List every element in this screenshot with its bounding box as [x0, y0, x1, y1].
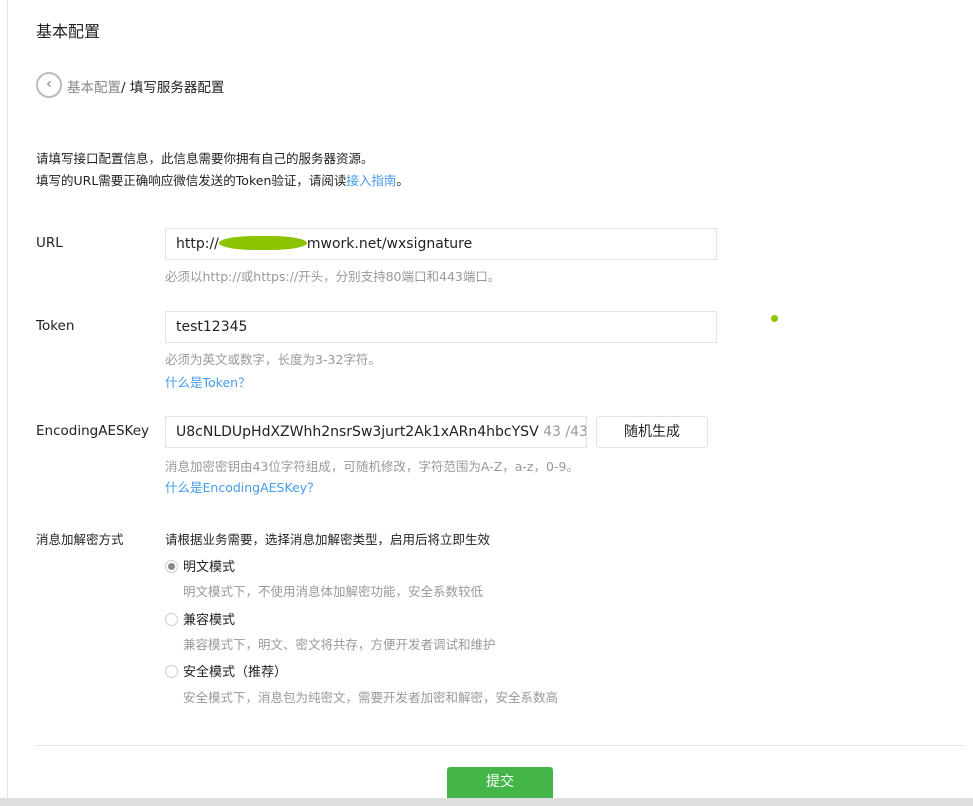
divider — [36, 745, 964, 746]
url-hint: 必须以http://或https://开头，分别支持80端口和443端口。 — [165, 269, 501, 284]
breadcrumb: 基本配置/ 填写服务器配置 — [67, 76, 224, 96]
aeskey-counter: 43 /43 — [543, 424, 587, 440]
plaintext-mode-desc: 明文模式下，不使用消息体加解密功能，安全系数较低 — [183, 584, 484, 599]
redaction-mark — [218, 236, 307, 250]
page-title: 基本配置 — [36, 22, 101, 41]
compatible-mode-desc: 兼容模式下，明文、密文将共存，方便开发者调试和维护 — [183, 637, 496, 652]
aeskey-label: EncodingAESKey — [36, 423, 150, 439]
url-value-prefix: http:// — [176, 236, 219, 252]
encryption-label: 消息加解密方式 — [36, 532, 124, 547]
intro-line-2-text: 填写的URL需要正确响应微信发送的Token验证，请阅读 — [36, 173, 347, 188]
access-guide-link[interactable]: 接入指南 — [346, 173, 396, 188]
url-label: URL — [36, 235, 63, 251]
intro-line-2-end: 。 — [396, 173, 409, 188]
what-is-aeskey-link[interactable]: 什么是EncodingAESKey？ — [165, 477, 320, 496]
radio-label: 兼容模式 — [183, 613, 236, 628]
sidebar-border — [7, 0, 8, 798]
green-dot-mark — [771, 315, 778, 322]
radio-compatible-mode[interactable]: 兼容模式 — [165, 609, 235, 628]
radio-secure-mode[interactable]: 安全模式（推荐） — [165, 661, 287, 680]
radio-label: 明文模式 — [183, 560, 236, 575]
radio-unchecked-icon[interactable] — [165, 665, 178, 678]
token-label: Token — [36, 318, 75, 334]
token-input[interactable]: test12345 — [165, 311, 717, 343]
intro-text: 请填写接口配置信息，此信息需要你拥有自己的服务器资源。 填写的URL需要正确响应… — [36, 148, 409, 192]
submit-button[interactable]: 提交 — [447, 767, 553, 798]
aeskey-input[interactable]: U8cNLDUpHdXZWhh2nsrSw3jurt2Ak1xARn4hbcYS… — [165, 416, 587, 448]
what-is-token-link[interactable]: 什么是Token？ — [165, 372, 251, 391]
encryption-intro: 请根据业务需要，选择消息加解密类型，启用后将立即生效 — [165, 532, 491, 547]
breadcrumb-parent[interactable]: 基本配置 — [67, 80, 121, 96]
intro-line-1: 请填写接口配置信息，此信息需要你拥有自己的服务器资源。 — [36, 151, 374, 166]
url-input[interactable]: http:// mwork.net/wxsignature — [165, 228, 717, 260]
breadcrumb-current: 填写服务器配置 — [129, 80, 225, 96]
secure-mode-desc: 安全模式下，消息包为纯密文，需要开发者加密和解密，安全系数高 — [183, 690, 559, 705]
radio-unchecked-icon[interactable] — [165, 613, 178, 626]
intro-line-2: 填写的URL需要正确响应微信发送的Token验证，请阅读接入指南。 — [36, 170, 409, 192]
radio-checked-icon[interactable] — [165, 560, 178, 573]
horizontal-scrollbar[interactable] — [0, 798, 973, 806]
random-generate-button[interactable]: 随机生成 — [596, 416, 708, 448]
token-hint: 必须为英文或数字，长度为3-32字符。 — [165, 352, 381, 367]
radio-plaintext-mode[interactable]: 明文模式 — [165, 556, 235, 575]
aeskey-hint: 消息加密密钥由43位字符组成，可随机修改，字符范围为A-Z，a-z，0-9。 — [165, 459, 579, 474]
url-value-suffix: mwork.net/wxsignature — [306, 236, 473, 252]
breadcrumb-separator: / — [121, 80, 130, 96]
radio-label: 安全模式（推荐） — [183, 665, 288, 680]
back-button[interactable]: ‹ — [36, 72, 62, 98]
aeskey-value: U8cNLDUpHdXZWhh2nsrSw3jurt2Ak1xARn4hbcYS… — [176, 424, 539, 440]
